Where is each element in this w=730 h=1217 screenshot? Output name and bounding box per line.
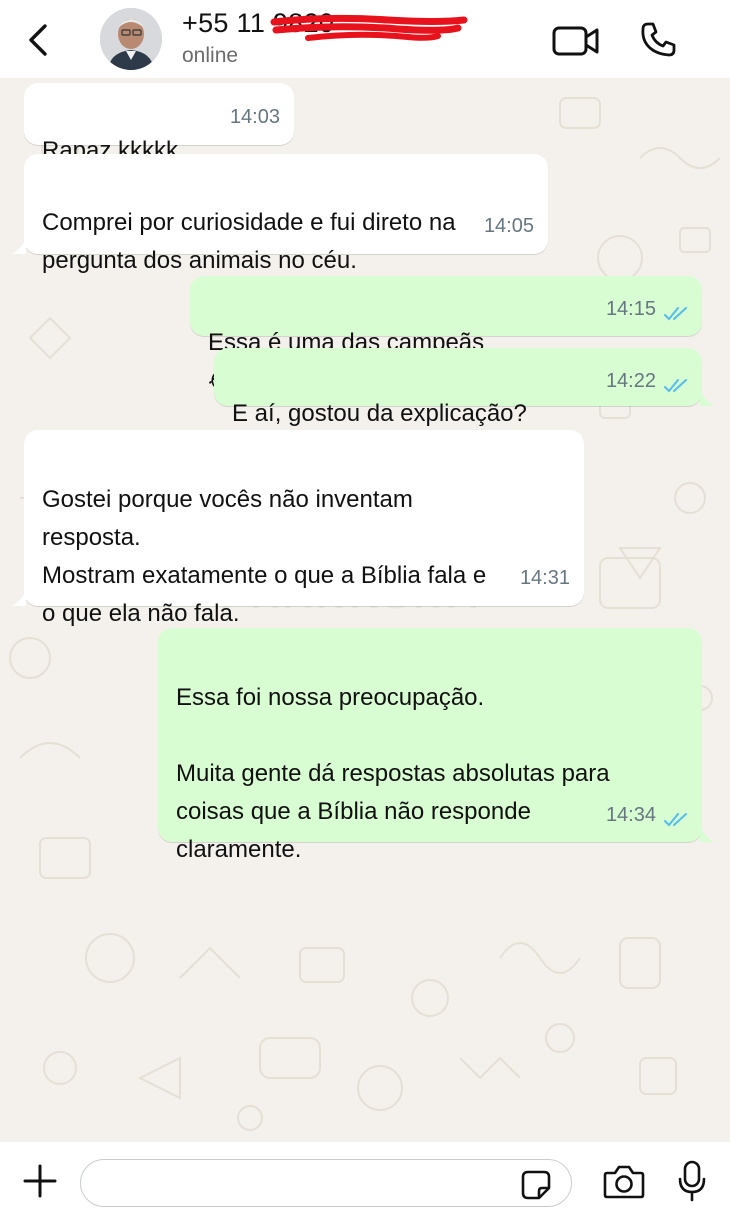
message-text: Gostei porque vocês não inventam respost… <box>42 486 487 627</box>
read-ticks-icon <box>664 813 687 827</box>
phone-icon <box>641 22 676 57</box>
microphone-icon <box>678 1160 706 1202</box>
read-ticks-icon <box>664 307 687 321</box>
message-time: 14:15 <box>605 298 656 320</box>
message-time: 14:31 <box>519 567 570 589</box>
chat-area[interactable]: PRANKSHIT Rapaz kkkkk 14:03 Comprei por … <box>0 78 730 1142</box>
plus-icon <box>23 1164 57 1198</box>
sticker-button[interactable] <box>516 1165 556 1205</box>
sticker-icon <box>521 1170 551 1200</box>
message-text: Essa foi nossa preocupação. Muita gente … <box>176 684 610 863</box>
message-time: 14:34 <box>605 804 656 826</box>
camera-icon <box>603 1165 645 1199</box>
contact-status: online <box>182 44 239 67</box>
message-time: 14:03 <box>229 106 280 128</box>
message-incoming[interactable]: Comprei por curiosidade e fui direto na … <box>24 154 548 274</box>
message-outgoing[interactable]: E aí, gostou da explicação? 14:22 <box>214 348 702 427</box>
message-incoming[interactable]: Gostei porque vocês não inventam respost… <box>24 430 584 627</box>
avatar[interactable] <box>100 8 162 70</box>
read-ticks-icon <box>664 379 687 393</box>
bubble-tail <box>700 826 714 842</box>
message-time: 14:05 <box>483 215 534 237</box>
video-call-button[interactable] <box>550 20 602 62</box>
message-composer <box>0 1142 730 1217</box>
bubble-tail <box>12 238 26 254</box>
camera-button[interactable] <box>600 1160 648 1204</box>
back-button[interactable] <box>18 18 58 62</box>
bubble-tail <box>12 590 26 606</box>
message-time: 14:22 <box>605 370 656 392</box>
message-text: E aí, gostou da explicação? <box>232 400 527 427</box>
bubble-tail <box>700 390 714 406</box>
voice-call-button[interactable] <box>636 18 680 62</box>
video-call-icon <box>552 26 599 56</box>
message-incoming[interactable]: Rapaz kkkkk 14:03 <box>24 83 294 164</box>
message-outgoing[interactable]: Essa é uma das campeãs 😂 14:15 <box>190 276 702 395</box>
voice-message-button[interactable] <box>672 1157 712 1205</box>
message-input[interactable] <box>80 1159 572 1207</box>
chat-header: +55 11 9820 online <box>0 0 730 78</box>
message-outgoing[interactable]: Essa foi nossa preocupação. Muita gente … <box>158 628 702 863</box>
back-arrow-icon <box>29 24 47 56</box>
attach-button[interactable] <box>18 1159 62 1203</box>
redaction-scribble <box>270 14 468 41</box>
